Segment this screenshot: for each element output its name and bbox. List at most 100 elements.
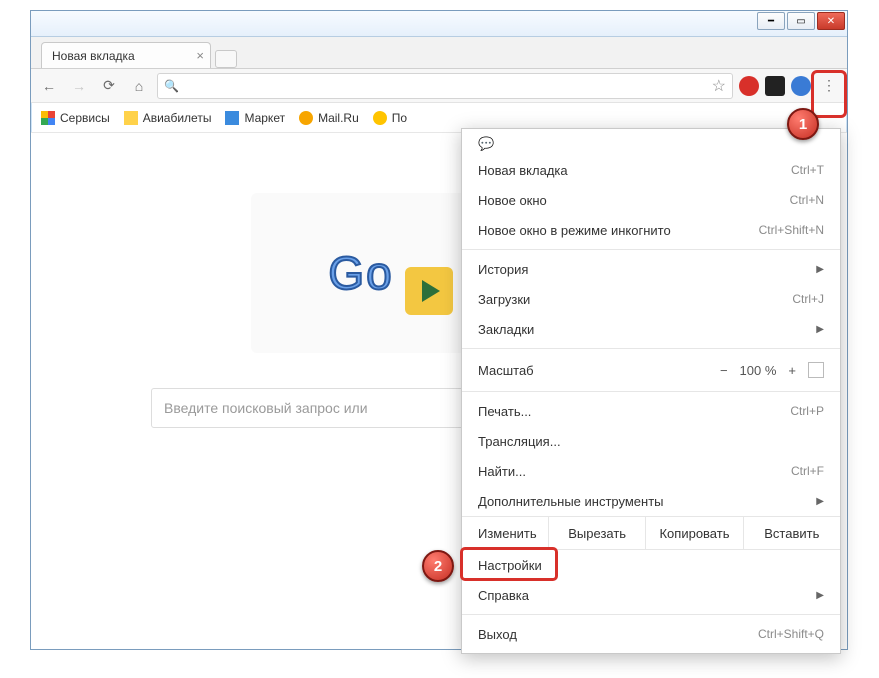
- tab-strip: Новая вкладка ×: [31, 37, 847, 69]
- zoom-in-button[interactable]: +: [788, 363, 796, 378]
- menu-cut[interactable]: Вырезать: [548, 517, 645, 549]
- menu-edit-row: Изменить Вырезать Копировать Вставить: [462, 516, 840, 550]
- doodle-text: Go: [328, 246, 393, 300]
- menu-label: Вставить: [764, 526, 819, 541]
- chevron-right-icon: ▶: [816, 264, 824, 275]
- menu-label: Вырезать: [568, 526, 626, 541]
- zoom-out-button[interactable]: −: [720, 363, 728, 378]
- menu-shortcut: Ctrl+F: [791, 464, 824, 478]
- menu-label: Закладки: [478, 322, 534, 337]
- search-icon: 🔍: [164, 79, 179, 93]
- menu-find[interactable]: Найти... Ctrl+F: [462, 456, 840, 486]
- extension-icon[interactable]: [765, 76, 785, 96]
- menu-history[interactable]: История▶: [462, 254, 840, 284]
- menu-label: Новое окно: [478, 193, 547, 208]
- menu-new-tab[interactable]: Новая вкладка Ctrl+T: [462, 155, 840, 185]
- menu-shortcut: Ctrl+Shift+N: [759, 223, 824, 237]
- menu-exit[interactable]: Выход Ctrl+Shift+Q: [462, 619, 840, 649]
- menu-label: Печать...: [478, 404, 531, 419]
- menu-icon-row: 💬: [462, 133, 840, 155]
- menu-shortcut: Ctrl+Shift+Q: [758, 627, 824, 641]
- profile-icon[interactable]: [791, 76, 811, 96]
- menu-zoom: Масштаб − 100 % +: [462, 353, 840, 387]
- menu-print[interactable]: Печать... Ctrl+P: [462, 396, 840, 426]
- menu-downloads[interactable]: Загрузки Ctrl+J: [462, 284, 840, 314]
- google-doodle[interactable]: Go: [251, 193, 471, 353]
- plane-icon: [124, 111, 138, 125]
- menu-separator: [462, 614, 840, 615]
- bookmark-star-icon[interactable]: ☆: [712, 76, 726, 96]
- chrome-menu: 💬 Новая вкладка Ctrl+T Новое окно Ctrl+N Н…: [461, 128, 841, 654]
- menu-label: Изменить: [462, 517, 548, 549]
- fullscreen-icon[interactable]: [808, 362, 824, 378]
- menu-label: Копировать: [659, 526, 729, 541]
- menu-label: Дополнительные инструменты: [478, 494, 664, 509]
- search-placeholder: Введите поисковый запрос или: [164, 400, 368, 416]
- menu-cast[interactable]: Трансляция...: [462, 426, 840, 456]
- menu-label: Новое окно в режиме инкогнито: [478, 223, 671, 238]
- menu-label: Справка: [478, 588, 529, 603]
- menu-label: Выход: [478, 627, 517, 642]
- bookmark-label: Авиабилеты: [143, 111, 212, 125]
- menu-copy[interactable]: Копировать: [645, 517, 742, 549]
- maximize-button[interactable]: ▭: [787, 12, 815, 30]
- toolbar: ← → ⟳ ⌂ 🔍 ☆ ⋮: [31, 69, 847, 103]
- callout-1: 1: [787, 108, 819, 140]
- menu-settings[interactable]: Настройки: [462, 550, 840, 580]
- window-controls: ━ ▭ ✕: [757, 12, 845, 30]
- home-button[interactable]: ⌂: [127, 74, 151, 98]
- address-bar[interactable]: 🔍 ☆: [157, 73, 733, 99]
- menu-label: Трансляция...: [478, 434, 561, 449]
- zoom-value: 100 %: [740, 363, 777, 378]
- tab-new[interactable]: Новая вкладка ×: [41, 42, 211, 68]
- apps-icon: [41, 111, 55, 125]
- chevron-right-icon: ▶: [816, 590, 824, 601]
- ntp-search-box[interactable]: Введите поисковый запрос или: [151, 388, 471, 428]
- chevron-right-icon: ▶: [816, 496, 824, 507]
- bookmark-label: Mail.Ru: [318, 111, 359, 125]
- window-titlebar: ━ ▭ ✕: [31, 11, 847, 37]
- menu-paste[interactable]: Вставить: [743, 517, 840, 549]
- menu-shortcut: Ctrl+N: [790, 193, 824, 207]
- menu-shortcut: Ctrl+P: [790, 404, 824, 418]
- adblock-icon[interactable]: [739, 76, 759, 96]
- close-button[interactable]: ✕: [817, 12, 845, 30]
- menu-label: Настройки: [478, 558, 542, 573]
- minimize-button[interactable]: ━: [757, 12, 785, 30]
- forward-button[interactable]: →: [67, 74, 91, 98]
- menu-new-window[interactable]: Новое окно Ctrl+N: [462, 185, 840, 215]
- menu-bookmarks[interactable]: Закладки ▶: [462, 314, 840, 344]
- close-icon[interactable]: ×: [196, 48, 204, 63]
- omnibox-input[interactable]: [185, 78, 706, 93]
- menu-separator: [462, 391, 840, 392]
- back-button[interactable]: ←: [37, 74, 61, 98]
- bookmark-item[interactable]: Mail.Ru: [299, 111, 359, 125]
- menu-label: Найти...: [478, 464, 526, 479]
- new-tab-button[interactable]: [215, 50, 237, 68]
- chevron-right-icon: ▶: [816, 324, 824, 335]
- callout-number: 2: [434, 558, 442, 575]
- search-icon: [373, 111, 387, 125]
- bookmark-label: Сервисы: [60, 111, 110, 125]
- callout-number: 1: [799, 116, 807, 133]
- menu-label: Новая вкладка: [478, 163, 568, 178]
- menu-shortcut: Ctrl+T: [791, 163, 824, 177]
- bookmark-label: Маркет: [244, 111, 285, 125]
- mailru-icon: [299, 111, 313, 125]
- menu-separator: [462, 348, 840, 349]
- menu-shortcut: Ctrl+J: [792, 292, 824, 306]
- play-icon[interactable]: [405, 267, 453, 315]
- bookmark-item[interactable]: По: [373, 111, 407, 125]
- menu-more-tools[interactable]: Дополнительные инструменты ▶: [462, 486, 840, 516]
- menu-incognito[interactable]: Новое окно в режиме инкогнито Ctrl+Shift+…: [462, 215, 840, 245]
- bookmark-item[interactable]: Маркет: [225, 111, 285, 125]
- menu-button[interactable]: ⋮: [817, 74, 841, 98]
- menu-label: Масштаб: [478, 363, 710, 378]
- callout-2: 2: [422, 550, 454, 582]
- reload-button[interactable]: ⟳: [97, 74, 121, 98]
- menu-label: Загрузки: [478, 292, 530, 307]
- menu-help[interactable]: Справка ▶: [462, 580, 840, 610]
- apps-shortcut[interactable]: Сервисы: [41, 111, 110, 125]
- menu-separator: [462, 249, 840, 250]
- bookmark-item[interactable]: Авиабилеты: [124, 111, 212, 125]
